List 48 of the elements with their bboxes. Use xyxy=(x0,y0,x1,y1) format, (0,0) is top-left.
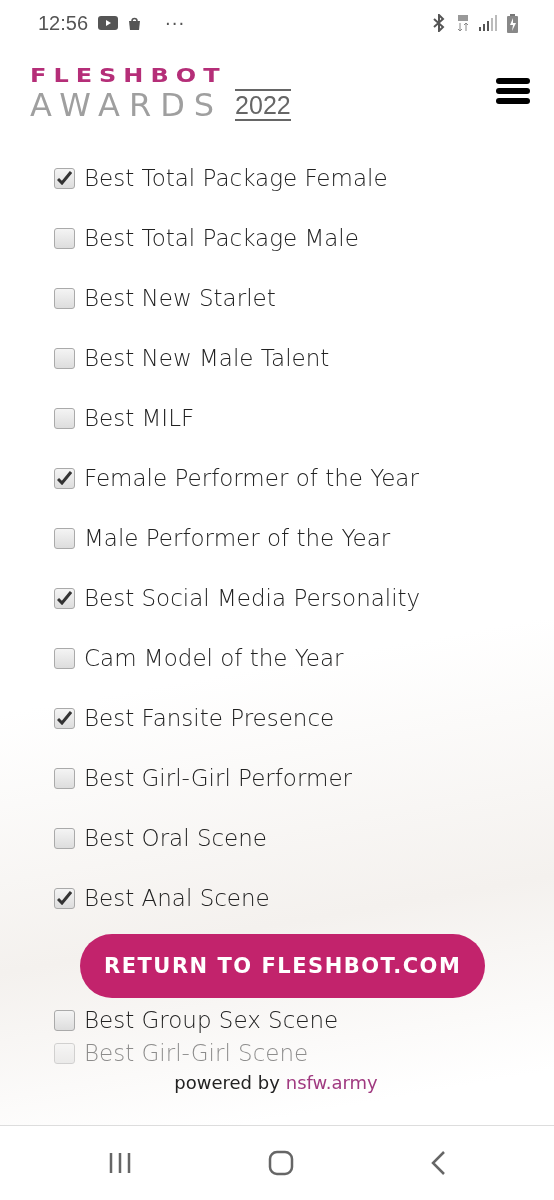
more-notifications: ··· xyxy=(165,12,186,34)
checkbox[interactable] xyxy=(54,707,75,729)
checkbox[interactable] xyxy=(54,767,75,789)
category-label: Cam Model of the Year xyxy=(84,645,344,671)
return-button[interactable]: RETURN TO FLESHBOT.COM xyxy=(80,934,486,998)
category-label: Best MILF xyxy=(84,405,195,431)
category-label: Best Social Media Personality xyxy=(84,585,421,611)
category-label: Best Total Package Male xyxy=(84,225,359,251)
checkbox[interactable] xyxy=(54,227,75,249)
footer-link[interactable]: nsfw.army xyxy=(285,1072,378,1093)
logo-year: 2022 xyxy=(235,89,291,121)
logo-wordmark: FLESHBOT xyxy=(30,66,228,86)
bluetooth-icon xyxy=(431,14,447,32)
category-label: Best Girl-Girl Performer xyxy=(84,765,352,791)
status-time: 12:56 xyxy=(38,11,89,35)
checkbox[interactable] xyxy=(54,887,75,909)
checkbox[interactable] xyxy=(54,527,75,549)
checkbox[interactable] xyxy=(54,827,75,849)
checkbox[interactable] xyxy=(54,347,75,369)
category-label: Best Girl-Girl Scene xyxy=(84,1040,309,1066)
category-label: Best Group Sex Scene xyxy=(84,1007,339,1033)
back-icon[interactable] xyxy=(430,1150,446,1176)
category-label: Best Oral Scene xyxy=(84,825,267,851)
checkbox[interactable] xyxy=(54,407,75,429)
data-arrows-icon xyxy=(457,14,469,32)
category-label: Male Performer of the Year xyxy=(84,525,391,551)
category-label: Best New Starlet xyxy=(84,285,276,311)
signal-icon xyxy=(479,15,497,31)
video-app-icon xyxy=(98,16,119,30)
checkbox[interactable] xyxy=(54,1009,75,1031)
home-icon[interactable] xyxy=(268,1150,294,1176)
powered-by-text: powered by xyxy=(174,1072,280,1093)
category-label: Best Anal Scene xyxy=(84,885,270,911)
logo-subtitle: AWARDS xyxy=(30,88,224,122)
battery-charging-icon xyxy=(507,13,518,33)
menu-icon[interactable] xyxy=(496,78,530,104)
checkbox[interactable] xyxy=(54,287,75,309)
checkbox[interactable] xyxy=(54,1042,75,1064)
category-label: Female Performer of the Year xyxy=(84,465,419,491)
checkbox[interactable] xyxy=(54,167,75,189)
shopping-bag-icon xyxy=(128,16,142,30)
category-label: Best New Male Talent xyxy=(84,345,330,371)
checkbox[interactable] xyxy=(54,587,75,609)
category-label: Best Fansite Presence xyxy=(84,705,335,731)
category-label: Best Total Package Female xyxy=(84,165,388,191)
recent-apps-icon[interactable] xyxy=(108,1152,132,1174)
checkbox[interactable] xyxy=(54,467,75,489)
checkbox[interactable] xyxy=(54,647,75,669)
